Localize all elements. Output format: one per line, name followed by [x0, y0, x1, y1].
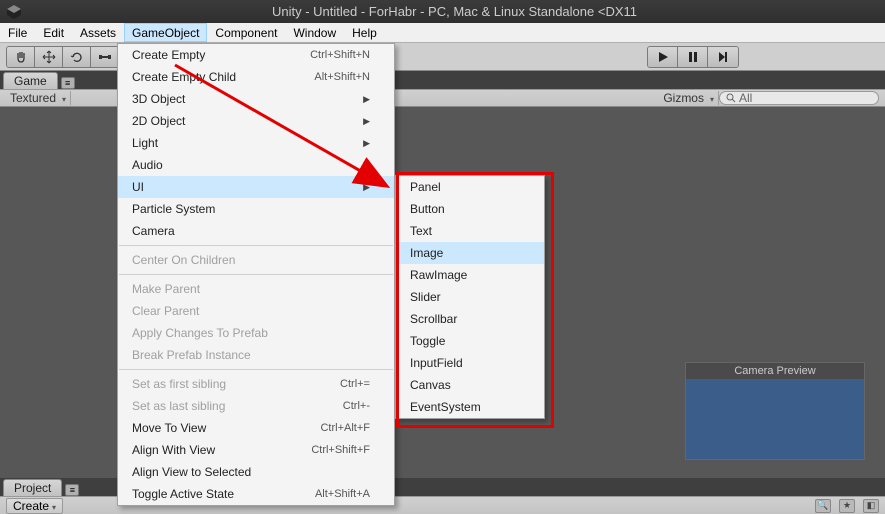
menuitem-particle-system[interactable]: Particle System — [118, 198, 394, 220]
submenuitem-scrollbar[interactable]: Scrollbar — [396, 308, 544, 330]
rotate-tool-button[interactable] — [63, 47, 91, 67]
menuitem-align-with-view[interactable]: Align With ViewCtrl+Shift+F — [118, 439, 394, 461]
menuitem-center-on-children: Center On Children — [118, 249, 394, 271]
menu-assets[interactable]: Assets — [72, 23, 124, 42]
textured-label: Textured — [10, 91, 56, 105]
submenuitem-panel[interactable]: Panel — [396, 176, 544, 198]
scale-tool-button[interactable] — [91, 47, 119, 67]
menuitem-align-view-to-selected[interactable]: Align View to Selected — [118, 461, 394, 483]
menuitem-create-empty[interactable]: Create EmptyCtrl+Shift+N — [118, 44, 394, 66]
submenuitem-button[interactable]: Button — [396, 198, 544, 220]
window-titlebar: Unity - Untitled - ForHabr - PC, Mac & L… — [0, 0, 885, 23]
game-tab[interactable]: Game — [3, 72, 58, 89]
gameobject-menu: Create EmptyCtrl+Shift+NCreate Empty Chi… — [117, 43, 395, 506]
menuitem-create-empty-child[interactable]: Create Empty ChildAlt+Shift+N — [118, 66, 394, 88]
project-tab-label: Project — [14, 481, 51, 495]
pause-button[interactable] — [678, 47, 708, 67]
submenuitem-canvas[interactable]: Canvas — [396, 374, 544, 396]
menuitem-set-as-first-sibling: Set as first siblingCtrl+= — [118, 373, 394, 395]
submenuitem-slider[interactable]: Slider — [396, 286, 544, 308]
menuitem-audio[interactable]: Audio▶ — [118, 154, 394, 176]
create-dropdown[interactable]: Create — [6, 498, 63, 514]
search-prefix: All — [739, 91, 752, 105]
search-field[interactable]: All — [719, 91, 879, 105]
tab-options-button[interactable]: ≡ — [61, 77, 75, 89]
camera-preview-panel: Camera Preview — [685, 362, 865, 460]
search-icon — [726, 93, 736, 103]
aspect-dropdown[interactable]: Textured — [6, 91, 71, 105]
submenuitem-image[interactable]: Image — [396, 242, 544, 264]
project-tab-options-button[interactable]: ≡ — [65, 484, 79, 496]
transform-tools-group — [6, 46, 120, 68]
submenuitem-text[interactable]: Text — [396, 220, 544, 242]
submenuitem-inputfield[interactable]: InputField — [396, 352, 544, 374]
menuitem-make-parent: Make Parent — [118, 278, 394, 300]
menuitem-clear-parent: Clear Parent — [118, 300, 394, 322]
project-search-icon[interactable]: 🔍 — [815, 499, 831, 513]
menuitem-break-prefab-instance: Break Prefab Instance — [118, 344, 394, 366]
menuitem-camera[interactable]: Camera — [118, 220, 394, 242]
menuitem-set-as-last-sibling: Set as last siblingCtrl+- — [118, 395, 394, 417]
menubar: FileEditAssetsGameObjectComponentWindowH… — [0, 23, 885, 43]
menu-file[interactable]: File — [0, 23, 35, 42]
hand-tool-button[interactable] — [7, 47, 35, 67]
camera-preview-title: Camera Preview — [686, 363, 864, 379]
menu-help[interactable]: Help — [344, 23, 385, 42]
menuitem-ui[interactable]: UI▶ — [118, 176, 394, 198]
menuitem-apply-changes-to-prefab: Apply Changes To Prefab — [118, 322, 394, 344]
step-button[interactable] — [708, 47, 738, 67]
menu-window[interactable]: Window — [285, 23, 344, 42]
game-tab-label: Game — [14, 74, 47, 88]
move-tool-button[interactable] — [35, 47, 63, 67]
menuitem-3d-object[interactable]: 3D Object▶ — [118, 88, 394, 110]
project-favorite-icon[interactable]: ★ — [839, 499, 855, 513]
menuitem-2d-object[interactable]: 2D Object▶ — [118, 110, 394, 132]
project-hierarchy-icon[interactable]: ◧ — [863, 499, 879, 513]
menu-gameobject[interactable]: GameObject — [124, 23, 207, 42]
gizmos-dropdown[interactable]: Gizmos — [659, 91, 719, 105]
menu-edit[interactable]: Edit — [35, 23, 72, 42]
menuitem-move-to-view[interactable]: Move To ViewCtrl+Alt+F — [118, 417, 394, 439]
menuitem-toggle-active-state[interactable]: Toggle Active StateAlt+Shift+A — [118, 483, 394, 505]
ui-submenu: PanelButtonTextImageRawImageSliderScroll… — [395, 175, 545, 419]
submenuitem-rawimage[interactable]: RawImage — [396, 264, 544, 286]
play-controls-group — [647, 46, 739, 68]
submenuitem-eventsystem[interactable]: EventSystem — [396, 396, 544, 418]
menuitem-light[interactable]: Light▶ — [118, 132, 394, 154]
window-title: Unity - Untitled - ForHabr - PC, Mac & L… — [30, 4, 879, 19]
create-label: Create — [13, 499, 49, 513]
gizmos-label: Gizmos — [663, 91, 704, 105]
camera-preview-body — [686, 379, 864, 459]
submenuitem-toggle[interactable]: Toggle — [396, 330, 544, 352]
play-button[interactable] — [648, 47, 678, 67]
project-tab[interactable]: Project — [3, 479, 62, 496]
unity-logo-icon — [6, 4, 22, 20]
menu-component[interactable]: Component — [207, 23, 285, 42]
